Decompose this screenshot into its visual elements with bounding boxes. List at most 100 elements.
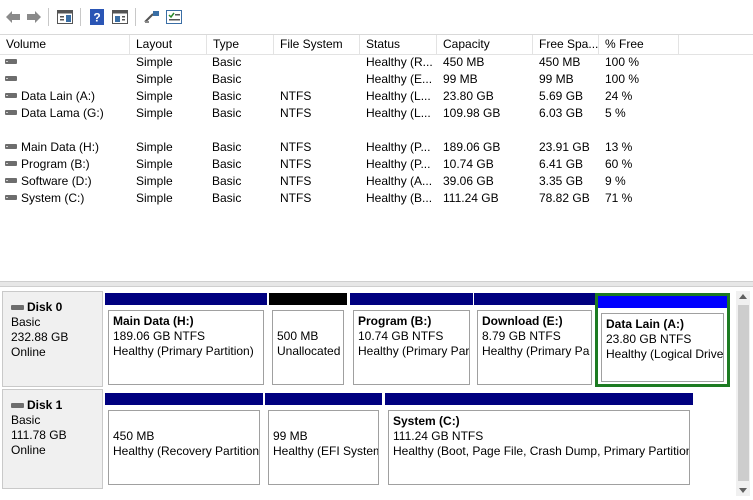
capacity-cell: 189.06 GB <box>443 140 501 154</box>
layout-cell: Simple <box>136 140 173 154</box>
partition-name: Program (B:) <box>358 314 432 328</box>
partition-main-data[interactable]: Main Data (H:) 189.06 GB NTFS Healthy (Pri… <box>105 293 267 387</box>
volume-drive-icon <box>5 144 17 150</box>
percent-free-cell: 24 % <box>605 89 633 103</box>
table-row[interactable]: Simple Basic Healthy (E... 99 MB 99 MB 100 % <box>0 71 753 88</box>
partition-size: 450 MB <box>113 429 155 443</box>
column-free-space[interactable]: Free Spa... <box>533 35 599 54</box>
partition-efi-system[interactable]: 99 MB Healthy (EFI System <box>265 393 382 487</box>
console-tree-icon[interactable] <box>56 8 74 26</box>
partition-program[interactable]: Program (B:) 10.74 GB NTFS Healthy (Primar… <box>350 293 473 387</box>
partition-status: Unallocated <box>277 344 341 358</box>
partition-status: Healthy (Logical Drive <box>606 347 724 361</box>
partition-system[interactable]: System (C:) 111.24 GB NTFS Healthy (Boot, … <box>385 393 693 487</box>
disk-0-label[interactable]: Disk 0 Basic 232.88 GB Online <box>2 291 103 387</box>
scrollbar-thumb[interactable] <box>738 305 749 481</box>
percent-free-cell: 60 % <box>605 157 633 171</box>
status-cell: Healthy (P... <box>366 157 431 171</box>
volume-cell: Software (D:) <box>21 174 92 188</box>
partition-info: Main Data (H:) 189.06 GB NTFS Healthy (Pri… <box>108 310 264 385</box>
partition-status: Healthy (Boot, Page File, Crash Dump, Pr… <box>393 444 690 458</box>
back-arrow-icon[interactable] <box>4 8 22 26</box>
file-system-cell: NTFS <box>280 191 312 205</box>
partition-name: System (C:) <box>393 414 460 428</box>
vertical-scrollbar[interactable] <box>736 291 750 496</box>
scroll-down-icon[interactable] <box>739 488 747 493</box>
partition-download[interactable]: Download (E:) 8.79 GB NTFS Healthy (Primar… <box>474 293 595 387</box>
free-space-cell: 3.35 GB <box>539 174 584 188</box>
partition-info: 99 MB Healthy (EFI System <box>268 410 379 485</box>
capacity-cell: 111.24 GB <box>443 191 499 205</box>
type-cell: Basic <box>212 55 242 69</box>
status-cell: Healthy (L... <box>366 106 431 120</box>
action-pane-icon[interactable] <box>111 8 129 26</box>
partition-size: 8.79 GB NTFS <box>482 329 561 343</box>
partition-size: 99 MB <box>273 429 308 443</box>
disk-icon <box>11 402 24 409</box>
volume-cell: Data Lama (G:) <box>21 106 104 120</box>
column-file-system[interactable]: File System <box>274 35 360 54</box>
table-row[interactable]: Main Data (H:) Simple Basic NTFS Healthy (P.… <box>0 139 753 156</box>
status-cell: Healthy (P... <box>366 140 431 154</box>
capacity-cell: 39.06 GB <box>443 174 494 188</box>
table-row <box>0 122 753 139</box>
partition-data-lain[interactable]: Data Lain (A:) 23.80 GB NTFS Healthy (Logi… <box>595 293 730 387</box>
help-icon[interactable]: ? <box>88 8 106 26</box>
percent-free-cell: 71 % <box>605 191 633 205</box>
disk-size: 111.78 GB <box>11 428 67 442</box>
type-cell: Basic <box>212 140 242 154</box>
free-space-cell: 99 MB <box>539 72 574 86</box>
partition-status: Healthy (Recovery Partition <box>113 444 260 458</box>
disk-name: Disk 0 <box>27 300 63 314</box>
column-percent-free[interactable]: % Free <box>599 35 679 54</box>
volume-drive-icon <box>5 59 17 65</box>
status-cell: Healthy (R... <box>366 55 433 69</box>
table-row[interactable]: Software (D:) Simple Basic NTFS Healthy (A..… <box>0 173 753 190</box>
type-cell: Basic <box>212 191 242 205</box>
partition-unallocated[interactable]: 500 MB Unallocated <box>269 293 347 387</box>
column-capacity[interactable]: Capacity <box>437 35 533 54</box>
capacity-cell: 23.80 GB <box>443 89 494 103</box>
table-row[interactable]: Data Lama (G:) Simple Basic NTFS Healthy (L.… <box>0 105 753 122</box>
percent-free-cell: 100 % <box>605 72 640 86</box>
column-layout[interactable]: Layout <box>130 35 207 54</box>
scroll-up-icon[interactable] <box>739 294 747 299</box>
disk-1-label[interactable]: Disk 1 Basic 111.78 GB Online <box>2 389 103 489</box>
column-volume[interactable]: Volume <box>0 35 130 54</box>
table-row[interactable]: Program (B:) Simple Basic NTFS Healthy (P...… <box>0 156 753 173</box>
volume-cell: System (C:) <box>21 191 85 205</box>
volume-drive-icon <box>5 178 17 184</box>
capacity-cell: 109.98 GB <box>443 106 501 120</box>
partition-color-bar <box>269 293 347 305</box>
volume-drive-icon <box>5 93 17 99</box>
connect-icon[interactable] <box>143 8 161 26</box>
capacity-cell: 450 MB <box>443 55 485 69</box>
capacity-cell: 10.74 GB <box>443 157 494 171</box>
table-row[interactable]: Simple Basic Healthy (R... 450 MB 450 MB 100 … <box>0 54 753 71</box>
table-row[interactable]: System (C:) Simple Basic NTFS Healthy (B... 1… <box>0 190 753 207</box>
disk-type: Basic <box>11 315 41 329</box>
properties-icon[interactable] <box>165 8 183 26</box>
status-cell: Healthy (A... <box>366 174 433 188</box>
layout-cell: Simple <box>136 157 173 171</box>
layout-cell: Simple <box>136 106 173 120</box>
column-status[interactable]: Status <box>360 35 437 54</box>
partition-color-bar <box>105 293 267 305</box>
free-space-cell: 78.82 GB <box>539 191 590 205</box>
partition-info: 500 MB Unallocated <box>272 310 344 385</box>
free-space-cell: 6.41 GB <box>539 157 584 171</box>
disk-0-partitions: Main Data (H:) 189.06 GB NTFS Healthy (Pri… <box>105 293 730 387</box>
capacity-cell: 99 MB <box>443 72 478 86</box>
forward-arrow-icon[interactable] <box>25 8 43 26</box>
type-cell: Basic <box>212 174 242 188</box>
file-system-cell: NTFS <box>280 106 312 120</box>
free-space-cell: 23.91 GB <box>539 140 590 154</box>
partition-recovery[interactable]: 450 MB Healthy (Recovery Partition <box>105 393 263 487</box>
partition-name: Main Data (H:) <box>113 314 194 328</box>
table-row[interactable]: Data Lain (A:) Simple Basic NTFS Healthy (L.… <box>0 88 753 105</box>
layout-cell: Simple <box>136 72 173 86</box>
file-system-cell: NTFS <box>280 157 312 171</box>
toolbar: ? <box>0 0 753 35</box>
column-type[interactable]: Type <box>207 35 274 54</box>
layout-cell: Simple <box>136 55 173 69</box>
